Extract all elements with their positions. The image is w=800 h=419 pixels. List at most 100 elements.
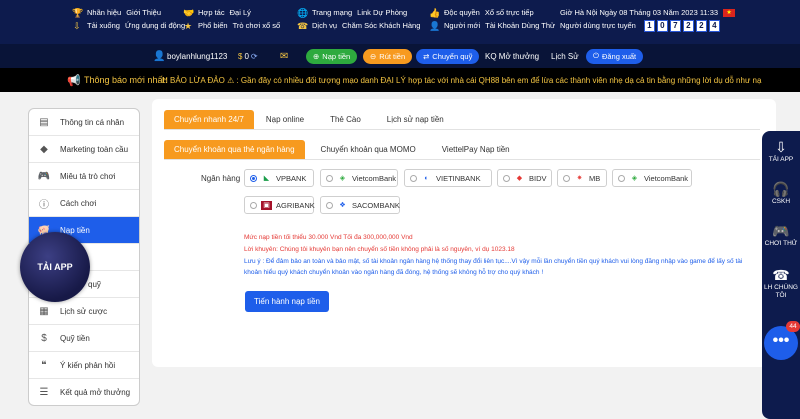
nav-service[interactable]: Dịch vụ (312, 19, 337, 32)
bank-option-agribank[interactable]: ▣ AGRIBANK (244, 196, 315, 214)
bank-name: VietcomBank (352, 173, 397, 183)
info-icon: ⓘ (39, 199, 49, 211)
tab-bank-card-transfer[interactable]: Chuyển khoản qua thẻ ngân hàng (164, 140, 305, 159)
hanoi-time: Giờ Hà Nội Ngày 08 Tháng 03 Năm 2023 11:… (560, 8, 719, 17)
bank-name: AGRIBANK (276, 200, 315, 210)
mb-logo-icon: ✷ (576, 174, 583, 182)
quote-icon: ❝ (41, 359, 47, 371)
nav-live-lottery[interactable]: Xổ số trực tiếp (485, 6, 534, 19)
bank-name: VPBANK (276, 173, 307, 183)
nav-trial-account[interactable]: Tài Khoản Dùng Thử (485, 19, 555, 32)
refresh-icon[interactable]: ⟳ (251, 52, 258, 61)
transfer-channel-tabs: Chuyển khoản qua thẻ ngân hàng Chuyển kh… (164, 140, 520, 159)
sidebar-item-label: Cách chơi (60, 198, 97, 208)
balance: $0 ⟳ (238, 52, 258, 61)
sidebar-item-label: quỹ (88, 279, 101, 289)
nav-lottery[interactable]: Trò chơi xổ số (233, 19, 281, 32)
rightbar-try-play[interactable]: 🎮 CHƠI THỬ (762, 223, 800, 248)
radio[interactable] (326, 174, 333, 182)
counter-digit: 0 (656, 19, 668, 32)
radio[interactable] (503, 174, 510, 182)
history-link[interactable]: Lịch Sử (551, 52, 579, 61)
nav-brand[interactable]: Nhãn hiệu (87, 6, 121, 19)
nav-customer-care[interactable]: Chăm Sóc Khách Hàng (342, 19, 420, 32)
vietinbank-logo-icon: ◐ (424, 174, 429, 182)
nav-newbie[interactable]: Người mới (444, 19, 480, 32)
user-icon: 👤 (153, 50, 166, 62)
id-card-icon: ▤ (39, 116, 49, 128)
withdraw-button[interactable]: ⊖ Rút tiền (363, 48, 413, 64)
vietnam-flag-icon: ★ (723, 8, 736, 17)
bank-label: Ngân hàng (201, 174, 241, 183)
sidebar-item-marketing[interactable]: ◆ Marketing toàn cầu (29, 136, 139, 163)
bank-option-vietcombank-2[interactable]: ◈ VietcomBank (612, 169, 692, 187)
sidebar-item-profile[interactable]: ▤ Thông tin cá nhân (29, 109, 139, 136)
tab-momo-transfer[interactable]: Chuyển khoản qua MOMO (311, 140, 426, 159)
bank-option-vietcombank[interactable]: ◈ VietcomBank (320, 169, 398, 187)
counter-digit: 2 (682, 19, 694, 32)
rightbar-support[interactable]: 🎧 CSKH (762, 181, 800, 206)
tai-app-label: TẢI APP (37, 262, 73, 272)
rightbar-download-app[interactable]: ⇩ TẢI APP (762, 139, 800, 164)
radio[interactable] (618, 174, 625, 182)
rightbar-contact[interactable]: ☎ LH CHÚNG TÔI (762, 267, 800, 300)
tab-divider (164, 159, 760, 160)
tab-viettelpay[interactable]: ViettelPay Nạp tiền (432, 140, 520, 159)
nav-group-brand: 🏆 Nhãn hiệu Giới Thiệu ⇩ Tải xuống Ứng dụng … (72, 6, 185, 32)
nav-backup-link[interactable]: Link Dự Phòng (357, 6, 407, 19)
radio-selected[interactable] (250, 174, 257, 182)
nav-cooperate[interactable]: Hợp tác (198, 6, 225, 19)
mail-icon[interactable]: ✉ (280, 51, 288, 62)
announcement-bar: 📢 Thông báo mới nhất: H BẢO LỪA ĐẢO ⚠ : … (0, 68, 800, 92)
radio[interactable] (410, 174, 417, 182)
rightbar-label: CHƠI THỬ (764, 240, 798, 247)
tab-fast-transfer[interactable]: Chuyển nhanh 24/7 (164, 110, 254, 129)
deposit-button[interactable]: ⊕ Nạp tiền (306, 48, 358, 64)
logout-button[interactable]: ⏻ Đăng xuất (586, 48, 644, 64)
sidebar-item-label: Miêu tả trò chơi (60, 171, 116, 181)
sidebar-item-results[interactable]: ☰ Kết quả mở thưởng (29, 379, 139, 405)
sidebar-item-game-description[interactable]: 🎮 Miêu tả trò chơi (29, 163, 139, 190)
nav-group-partner: 🤝 Hợp tác Đại Lý ★ Phổ biến Trò chơi xổ số (183, 6, 280, 32)
nav-popular[interactable]: Phổ biến (198, 19, 228, 32)
submit-deposit-button[interactable]: Tiến hành nạp tiền (245, 291, 329, 312)
bank-option-sacombank[interactable]: ❖ SACOMBANK (320, 196, 400, 214)
username[interactable]: boylanhlung1123 (167, 52, 227, 61)
bank-option-vietinbank[interactable]: ◐ VIETINBANK (404, 169, 492, 187)
sidebar-item-funds[interactable]: $ Quỹ tiền (29, 325, 139, 352)
nav-download[interactable]: Tải xuống (87, 19, 120, 32)
bank-option-vpbank[interactable]: ◣ VPBANK (244, 169, 314, 187)
sidebar-item-label: Marketing toàn cầu (60, 144, 129, 154)
rightbar-label: CSKH (771, 198, 791, 205)
dollar-icon: $ (41, 332, 47, 344)
nav-agent[interactable]: Đại Lý (230, 6, 251, 19)
radio[interactable] (563, 174, 570, 182)
tab-deposit-history[interactable]: Lịch sử nạp tiền (377, 110, 454, 129)
tab-card[interactable]: Thẻ Cào (320, 110, 371, 129)
sidebar-item-label: Ý kiến phản hồi (60, 360, 116, 370)
phone-icon: ☎ (772, 267, 790, 283)
sidebar-item-bet-history[interactable]: ▦ Lịch sử cược (29, 298, 139, 325)
bank-option-bidv[interactable]: ◆ BIDV (497, 169, 552, 187)
sidebar-item-how-to-play[interactable]: ⓘ Cách chơi (29, 190, 139, 217)
transfer-button[interactable]: ⇄ Chuyển quỹ (416, 48, 480, 64)
withdraw-icon: ⊖ (370, 51, 377, 61)
nav-website[interactable]: Trang mạng (312, 6, 352, 19)
counter-digit: 1 (643, 19, 655, 32)
bank-option-mb[interactable]: ✷ MB (557, 169, 607, 187)
coin-icon: $ (238, 51, 243, 61)
nav-exclusive[interactable]: Độc quyền (444, 6, 480, 19)
tai-app-floating-button[interactable]: TẢI APP (20, 232, 90, 302)
download-icon: ⇩ (775, 139, 787, 155)
logout-label: Đăng xuất (601, 51, 637, 61)
results-link[interactable]: KQ Mở thưởng (485, 52, 539, 61)
sidebar-item-feedback[interactable]: ❝ Ý kiến phản hồi (29, 352, 139, 379)
tab-online-deposit[interactable]: Nạp online (256, 110, 314, 129)
radio[interactable] (250, 201, 257, 209)
radio[interactable] (326, 201, 333, 209)
globe-icon: 🌐 (297, 7, 309, 18)
withdraw-label: Rút tiền (379, 51, 406, 61)
nav-about[interactable]: Giới Thiệu (126, 6, 161, 19)
nav-mobile-app[interactable]: Ứng dụng di động (125, 19, 185, 32)
chat-badge: 44 (786, 321, 800, 332)
